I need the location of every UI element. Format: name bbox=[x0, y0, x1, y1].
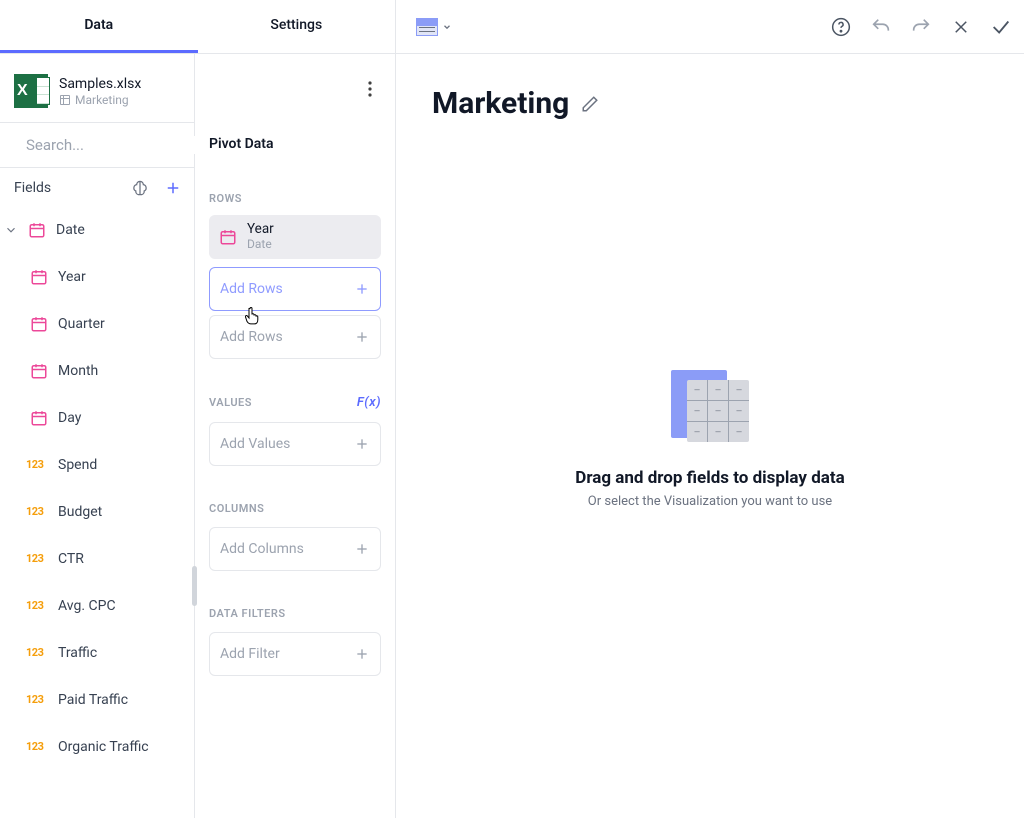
confirm-button[interactable] bbox=[990, 16, 1012, 38]
field-month[interactable]: Month bbox=[0, 347, 194, 394]
row-chip-year[interactable]: Year Date bbox=[209, 215, 381, 259]
add-field-icon[interactable] bbox=[164, 179, 182, 197]
edit-title-icon[interactable] bbox=[581, 95, 599, 113]
calendar-icon bbox=[30, 409, 48, 427]
calendar-icon bbox=[30, 315, 48, 333]
pivot-panel: Pivot Data ROWS Year Date Add Rows Add R… bbox=[195, 54, 395, 818]
brain-icon[interactable] bbox=[130, 178, 150, 198]
numeric-icon: 123 bbox=[26, 740, 48, 753]
more-button[interactable] bbox=[359, 78, 381, 100]
undo-button[interactable] bbox=[870, 16, 892, 38]
pivot-title: Pivot Data bbox=[209, 100, 381, 158]
plus-icon bbox=[354, 646, 370, 662]
table-viz-icon bbox=[416, 18, 438, 36]
fields-label: Fields bbox=[14, 180, 51, 196]
canvas-toolbar bbox=[396, 0, 1024, 54]
empty-state-subtitle: Or select the Visualization you want to … bbox=[588, 494, 832, 509]
calendar-icon bbox=[28, 221, 46, 239]
numeric-icon: 123 bbox=[26, 458, 48, 471]
add-rows-drop-active[interactable]: Add Rows bbox=[209, 267, 381, 311]
empty-state: ——— ——— ——— Drag and drop fields to disp… bbox=[396, 121, 1024, 818]
empty-state-title: Drag and drop fields to display data bbox=[575, 468, 844, 488]
visualization-selector[interactable] bbox=[416, 18, 452, 36]
tab-data[interactable]: Data bbox=[0, 0, 198, 53]
calendar-icon bbox=[30, 362, 48, 380]
plus-icon bbox=[354, 436, 370, 452]
redo-button[interactable] bbox=[910, 16, 932, 38]
help-button[interactable] bbox=[830, 16, 852, 38]
add-values-drop[interactable]: Add Values bbox=[209, 422, 381, 466]
field-ctr[interactable]: 123 CTR bbox=[0, 535, 194, 582]
datasource-name: Samples.xlsx bbox=[59, 76, 141, 92]
rows-section-label: ROWS bbox=[209, 158, 381, 215]
add-filter-drop[interactable]: Add Filter bbox=[209, 632, 381, 676]
field-budget[interactable]: 123 Budget bbox=[0, 488, 194, 535]
columns-section-label: COLUMNS bbox=[209, 466, 381, 525]
excel-icon bbox=[14, 74, 48, 108]
panel-tabs: Data Settings bbox=[0, 0, 395, 54]
calendar-icon bbox=[30, 268, 48, 286]
fx-button[interactable]: F(x) bbox=[357, 395, 381, 410]
numeric-icon: 123 bbox=[26, 693, 48, 706]
datasource-sheet: Marketing bbox=[59, 93, 141, 107]
empty-state-icon: ——— ——— ——— bbox=[671, 370, 749, 448]
chevron-down-icon bbox=[442, 22, 452, 32]
numeric-icon: 123 bbox=[26, 599, 48, 612]
chevron-down-icon bbox=[4, 223, 18, 237]
add-rows-drop[interactable]: Add Rows bbox=[209, 315, 381, 359]
fields-panel: Samples.xlsx Marketing Fields bbox=[0, 54, 195, 818]
search-bar[interactable] bbox=[0, 122, 194, 168]
field-date-group[interactable]: Date bbox=[0, 206, 194, 253]
numeric-icon: 123 bbox=[26, 646, 48, 659]
values-section-label: VALUES F(x) bbox=[209, 359, 381, 420]
field-paid-traffic[interactable]: 123 Paid Traffic bbox=[0, 676, 194, 723]
field-year[interactable]: Year bbox=[0, 253, 194, 300]
close-button[interactable] bbox=[950, 16, 972, 38]
plus-icon bbox=[354, 329, 370, 345]
field-spend[interactable]: 123 Spend bbox=[0, 441, 194, 488]
plus-icon bbox=[354, 541, 370, 557]
numeric-icon: 123 bbox=[26, 552, 48, 565]
tab-settings[interactable]: Settings bbox=[198, 0, 396, 53]
field-organic-traffic[interactable]: 123 Organic Traffic bbox=[0, 723, 194, 770]
field-traffic[interactable]: 123 Traffic bbox=[0, 629, 194, 676]
filters-section-label: DATA FILTERS bbox=[209, 571, 381, 630]
field-avg-cpc[interactable]: 123 Avg. CPC bbox=[0, 582, 194, 629]
field-day[interactable]: Day bbox=[0, 394, 194, 441]
page-title: Marketing bbox=[432, 86, 569, 121]
plus-icon bbox=[354, 281, 370, 297]
calendar-icon bbox=[219, 228, 237, 246]
field-quarter[interactable]: Quarter bbox=[0, 300, 194, 347]
numeric-icon: 123 bbox=[26, 505, 48, 518]
add-columns-drop[interactable]: Add Columns bbox=[209, 527, 381, 571]
datasource-header: Samples.xlsx Marketing bbox=[0, 54, 194, 122]
